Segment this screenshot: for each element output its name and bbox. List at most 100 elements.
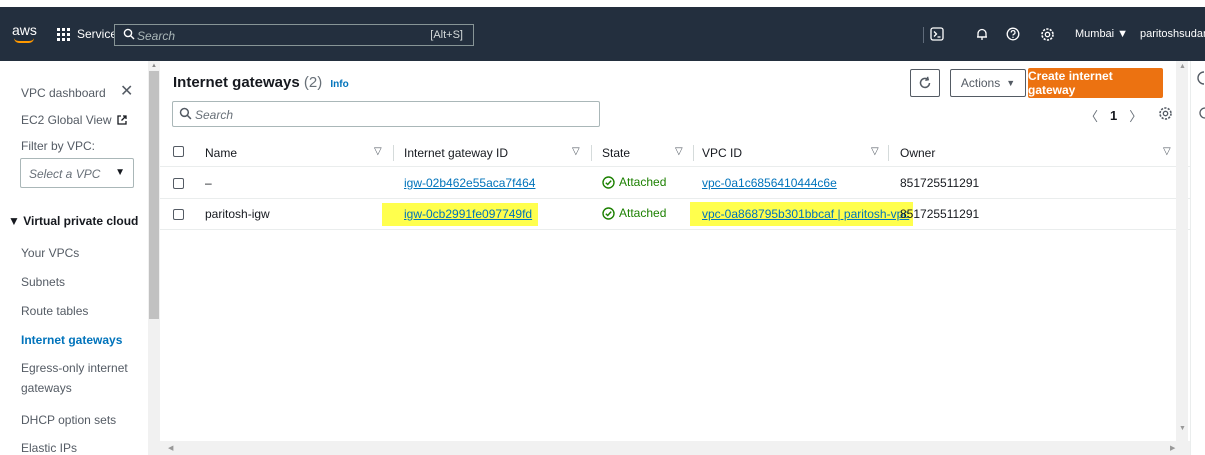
sidebar-item-your-vpcs[interactable]: Your VPCs — [21, 246, 79, 260]
cell-internet-gateway-id-link[interactable]: igw-0cb2991fe097749fd — [382, 203, 539, 226]
column-header-vpc-id[interactable]: VPC ID — [702, 146, 742, 160]
nav-divider — [923, 27, 924, 43]
sort-icon[interactable]: ▽ — [675, 146, 683, 157]
column-header-internet-gateway-id[interactable]: Internet gateway ID — [404, 146, 508, 160]
scroll-right-icon[interactable]: ▶ — [1170, 444, 1175, 452]
row-checkbox[interactable] — [173, 209, 184, 220]
actions-label: Actions — [960, 76, 1001, 90]
sidebar-item-route-tables[interactable]: Route tables — [21, 304, 88, 318]
table-row[interactable]: paritosh-igw igw-0cb2991fe097749fd Attac… — [160, 199, 1190, 230]
aws-smile-icon — [14, 38, 34, 43]
cell-vpc-id-link[interactable]: vpc-0a1c6856410444c6e — [702, 176, 837, 190]
scroll-down-icon[interactable]: ▼ — [1179, 425, 1186, 432]
vpc-filter-placeholder: Select a VPC — [29, 167, 101, 181]
cell-name: paritosh-igw — [205, 207, 270, 221]
account-menu[interactable]: paritoshsudame ▼ — [1140, 28, 1205, 40]
row-checkbox[interactable] — [173, 178, 184, 189]
actions-button[interactable]: Actions ▼ — [950, 69, 1026, 97]
cell-name: – — [205, 176, 212, 190]
current-page-number[interactable]: 1 — [1110, 108, 1117, 123]
sidebar-scrollbar-thumb[interactable] — [149, 71, 159, 319]
table-header: Name ▽ Internet gateway ID ▽ State ▽ VPC… — [160, 139, 1190, 167]
column-divider[interactable] — [393, 145, 394, 161]
column-header-name[interactable]: Name — [205, 146, 237, 160]
panel-toggle-icon[interactable] — [1195, 71, 1205, 85]
sidebar-section-virtual-private-cloud[interactable]: ▼ Virtual private cloud — [8, 214, 138, 228]
cloudshell-icon[interactable] — [929, 26, 945, 42]
ec2-global-view-label: EC2 Global View — [21, 113, 112, 127]
sort-icon[interactable]: ▽ — [871, 146, 879, 157]
global-search-input[interactable]: Search [Alt+S] — [114, 24, 474, 46]
sidebar-item-subnets[interactable]: Subnets — [21, 275, 65, 289]
scroll-up-icon[interactable]: ▲ — [1179, 63, 1186, 70]
sidebar-item-vpc-dashboard[interactable]: VPC dashboard — [21, 86, 106, 100]
next-page-icon[interactable]: 〉 — [1129, 106, 1142, 125]
aws-logo-text: aws — [12, 22, 37, 38]
grid-icon — [57, 27, 70, 41]
sidebar-scrollbar[interactable]: ▲ — [148, 61, 160, 455]
info-link[interactable]: Info — [330, 79, 348, 90]
top-strip — [0, 0, 1205, 7]
scroll-left-icon[interactable]: ◀ — [168, 444, 173, 452]
cell-state: Attached — [602, 175, 666, 189]
cell-state: Attached — [602, 206, 666, 220]
main-content: Internet gateways (2) Info Actions ▼ Cre… — [160, 61, 1190, 455]
help-icon[interactable] — [1005, 26, 1021, 42]
sidebar-item-elastic-ips[interactable]: Elastic IPs — [21, 441, 77, 455]
column-divider[interactable] — [693, 145, 694, 161]
filter-by-vpc-label: Filter by VPC: — [21, 139, 96, 153]
search-icon — [123, 28, 135, 40]
sidebar: VPC dashboard ✕ EC2 Global View Filter b… — [0, 61, 160, 455]
gear-icon[interactable] — [1039, 26, 1055, 42]
vpc-filter-select[interactable]: Select a VPC ▼ — [20, 158, 134, 188]
pagination: 〈 1 〉 — [1085, 106, 1142, 125]
select-all-checkbox[interactable] — [173, 146, 184, 157]
state-label: Attached — [619, 175, 667, 189]
cell-owner: 851725511291 — [900, 176, 980, 190]
close-icon[interactable]: ✕ — [120, 81, 133, 101]
check-circle-icon — [602, 175, 615, 189]
check-circle-icon — [602, 206, 615, 220]
column-divider[interactable] — [591, 145, 592, 161]
sort-icon[interactable]: ▽ — [374, 146, 382, 157]
table-vertical-scrollbar[interactable]: ▲ ▼ — [1176, 61, 1188, 441]
right-tools-panel — [1190, 61, 1205, 455]
refresh-button[interactable] — [910, 69, 940, 97]
panel-toggle-icon[interactable] — [1196, 107, 1205, 119]
aws-logo[interactable]: aws — [12, 21, 38, 45]
sidebar-item-dhcp-option-sets[interactable]: DHCP option sets — [21, 413, 116, 427]
table-search-placeholder: Search — [195, 108, 234, 122]
column-header-state[interactable]: State — [602, 146, 630, 160]
table-horizontal-scrollbar[interactable]: ◀ ▶ — [160, 441, 1190, 455]
sidebar-item-internet-gateways[interactable]: Internet gateways — [21, 333, 122, 347]
search-shortcut-hint: [Alt+S] — [430, 29, 463, 41]
scroll-up-icon[interactable]: ▲ — [151, 63, 157, 69]
gear-icon[interactable] — [1158, 106, 1173, 124]
cell-vpc-id-link[interactable]: vpc-0a868795b301bbcaf | paritosh-vpc — [690, 202, 914, 226]
column-header-owner[interactable]: Owner — [900, 146, 935, 160]
bell-icon[interactable] — [974, 26, 990, 42]
previous-page-icon[interactable]: 〈 — [1085, 106, 1098, 125]
state-label: Attached — [619, 206, 667, 220]
table-row[interactable]: – igw-02b462e55aca7f464 Attached vpc-0a1… — [160, 168, 1190, 199]
sidebar-item-egress-only-internet-gateways-line2[interactable]: gateways — [21, 381, 72, 395]
sidebar-item-ec2-global-view[interactable]: EC2 Global View — [21, 113, 128, 127]
region-selector[interactable]: Mumbai ▼ — [1075, 28, 1128, 40]
create-internet-gateway-button[interactable]: Create internet gateway — [1028, 68, 1163, 98]
top-navigation: aws Services Search [Alt+S] Mumbai ▼ par… — [0, 7, 1205, 61]
resource-count: (2) — [303, 74, 323, 91]
sort-icon[interactable]: ▽ — [572, 146, 580, 157]
table-search-input[interactable]: Search — [172, 101, 600, 127]
external-link-icon — [116, 115, 127, 125]
page-title: Internet gateways (2) Info — [173, 74, 349, 91]
page-title-text: Internet gateways — [173, 74, 300, 91]
global-search-placeholder: Search — [137, 29, 176, 43]
cell-owner: 851725511291 — [900, 207, 980, 221]
sidebar-item-egress-only-internet-gateways[interactable]: Egress-only internet — [21, 361, 128, 375]
sort-icon[interactable]: ▽ — [1163, 146, 1171, 157]
caret-down-icon: ▼ — [115, 167, 125, 178]
refresh-icon — [919, 76, 931, 89]
cell-internet-gateway-id-link[interactable]: igw-02b462e55aca7f464 — [404, 176, 535, 190]
column-divider[interactable] — [888, 145, 889, 161]
search-icon — [179, 107, 192, 120]
